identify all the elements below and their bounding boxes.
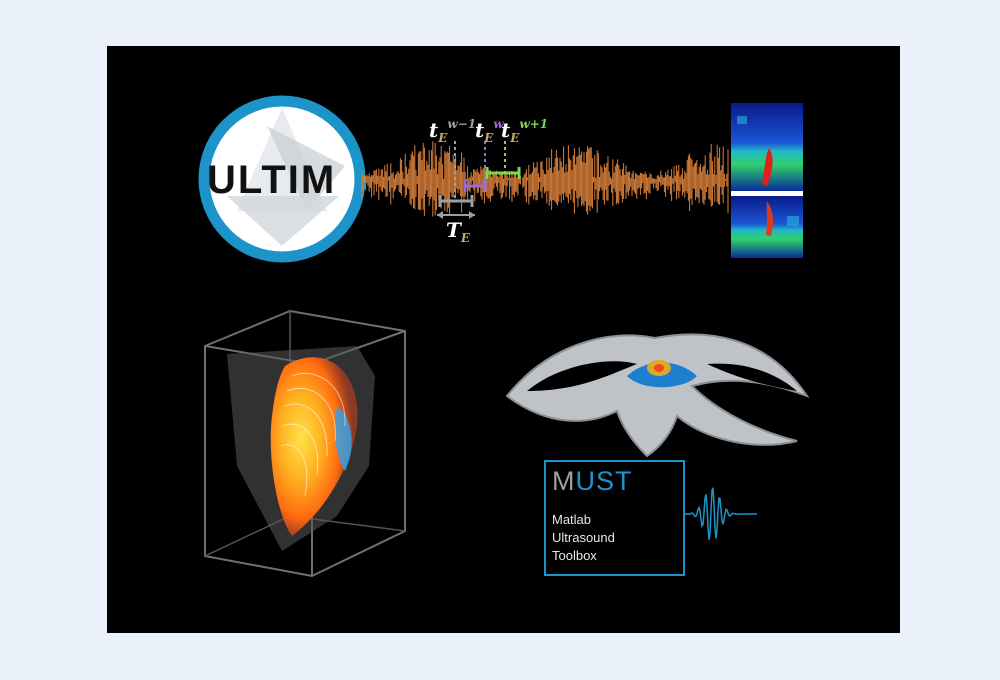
echo-waveform-path bbox=[682, 487, 757, 540]
rf-signal-path bbox=[361, 141, 729, 217]
rf-signal-trace bbox=[361, 141, 729, 217]
must-line-toolbox: Toolbox bbox=[552, 548, 597, 563]
must-line-matlab: Matlab bbox=[552, 512, 592, 527]
figure-panel: ULTIM tEw−1 tEw tEw+1 TE MUST Matlab Ult… bbox=[107, 46, 900, 633]
label-t-next: tEw+1 bbox=[501, 117, 549, 145]
label-t-prev: tEw−1 bbox=[429, 117, 477, 145]
echo-waveform-icon bbox=[682, 487, 757, 540]
doppler-spectrogram-icon bbox=[731, 103, 803, 258]
label-T-E: TE bbox=[446, 218, 471, 245]
vessel-bifurcation-render-icon bbox=[505, 333, 810, 458]
must-logo: MUST Matlab Ultrasound Toolbox bbox=[544, 460, 685, 576]
must-title: MUST bbox=[552, 466, 633, 496]
must-line-ultrasound: Ultrasound bbox=[552, 530, 615, 545]
ultim-logo-text: ULTIM bbox=[207, 158, 337, 202]
heart-flow-volume-icon bbox=[204, 309, 406, 578]
label-t-cur: tEw bbox=[475, 117, 504, 145]
